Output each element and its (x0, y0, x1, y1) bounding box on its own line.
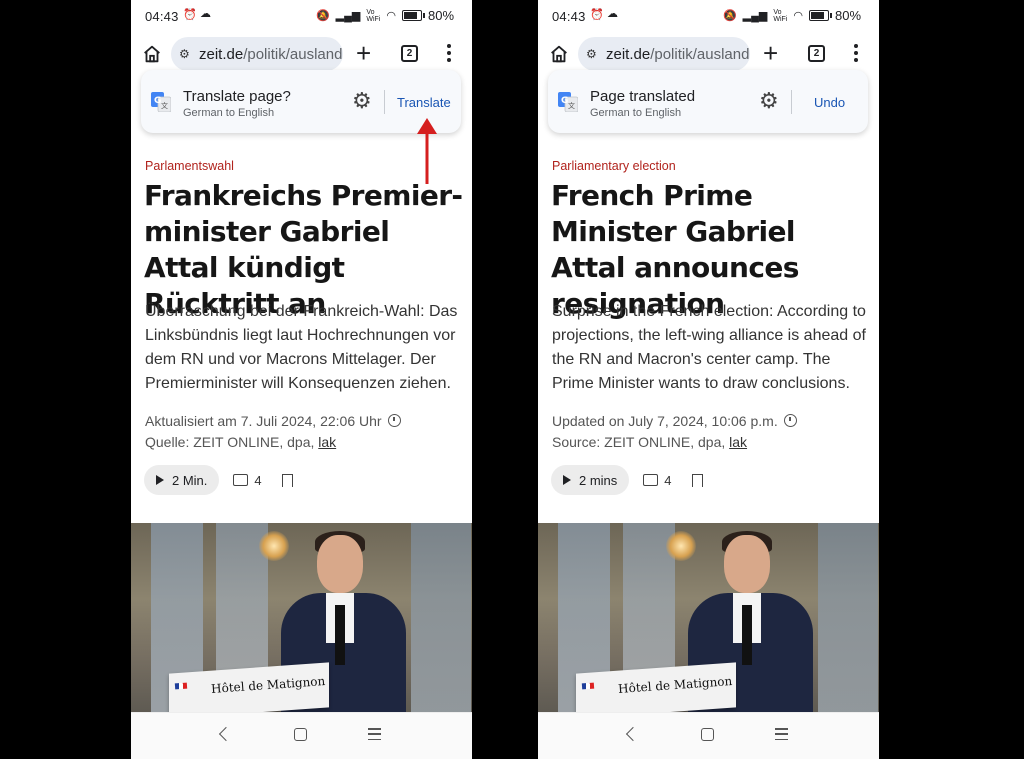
source-label: Source: ZEIT ONLINE, dpa, (552, 434, 730, 450)
article-meta: Aktualisiert am 7. Juli 2024, 22:06 Uhr … (145, 411, 463, 453)
browser-toolbar: ⚙ zeit.de/politik/ausland + 2 (131, 34, 472, 74)
nav-back-icon[interactable] (218, 726, 234, 742)
listen-duration: 2 Min. (172, 472, 208, 488)
home-icon[interactable] (141, 43, 163, 65)
comment-icon (643, 474, 659, 486)
translate-languages: German to English (590, 107, 682, 119)
article-kicker[interactable]: Parliamentary election (552, 159, 676, 173)
article-photo: Hôtel de Matignon (538, 523, 879, 713)
url-bar[interactable]: ⚙ zeit.de/politik/ausland (578, 37, 750, 71)
signal-icon: ▂▄▆ (335, 10, 361, 22)
bookmark-icon[interactable] (691, 473, 703, 491)
flag-icon (174, 682, 188, 690)
play-icon (156, 475, 164, 485)
new-tab-icon[interactable]: + (356, 40, 371, 66)
nav-home-icon[interactable] (701, 728, 714, 741)
new-tab-icon[interactable]: + (763, 40, 778, 66)
divider (791, 90, 792, 114)
status-bar: 04:43 ⏰ ☁ 🔕 ▂▄▆ Vo WiFi ◠ 80% (131, 0, 472, 32)
article-summary: Überraschung bei der Frankreich-Wahl: Da… (145, 303, 458, 392)
battery-icon (808, 10, 832, 21)
url-text: zeit.de/politik/ausland (606, 45, 750, 63)
author-link[interactable]: lak (318, 434, 336, 450)
red-arrow-annotation (417, 118, 437, 184)
article-meta: Updated on July 7, 2024, 10:06 p.m. Sour… (552, 411, 870, 453)
browser-toolbar: ⚙ zeit.de/politik/ausland + 2 (538, 34, 879, 74)
undo-button[interactable]: Undo (814, 95, 845, 110)
comment-icon (233, 474, 249, 486)
translate-prompt: G 文 Page translated German to English ⚙ … (548, 70, 868, 133)
comment-count: 4 (664, 472, 672, 488)
bookmark-icon[interactable] (281, 473, 293, 491)
wifi-icon: ◠ (793, 10, 803, 22)
url-text: zeit.de/politik/ausland (199, 45, 343, 63)
tab-switcher-icon[interactable]: 2 (808, 45, 825, 62)
listen-button[interactable]: 2 mins (551, 465, 630, 495)
comments-button[interactable]: 4 (233, 472, 262, 488)
translate-languages: German to English (183, 107, 275, 119)
status-bar: 04:43 ⏰ ☁ 🔕 ▂▄▆ Vo WiFi ◠ 80% (538, 0, 879, 32)
status-icons: 🔕 ▂▄▆ Vo WiFi ◠ 80% (316, 8, 454, 23)
nav-home-icon[interactable] (294, 728, 307, 741)
gear-icon[interactable]: ⚙ (759, 90, 779, 112)
status-icons: 🔕 ▂▄▆ Vo WiFi ◠ 80% (723, 8, 861, 23)
signal-icon: ▂▄▆ (742, 10, 768, 22)
translate-title: Translate page? (183, 88, 291, 105)
battery-icon (401, 10, 425, 21)
cloud-icon: ☁ (200, 8, 211, 20)
comment-count: 4 (254, 472, 262, 488)
google-translate-icon: G 文 (151, 92, 171, 112)
article-kicker[interactable]: Parlamentswahl (145, 159, 234, 173)
tab-switcher-icon[interactable]: 2 (401, 45, 418, 62)
site-settings-icon[interactable]: ⚙ (586, 47, 602, 61)
phone-screen-before: 04:43 ⏰ ☁ 🔕 ▂▄▆ Vo WiFi ◠ 80% ⚙ zeit.de/p… (131, 0, 472, 759)
divider (384, 90, 385, 114)
author-link[interactable]: lak (729, 434, 747, 450)
nav-recents-icon[interactable] (368, 728, 381, 744)
mute-icon: 🔕 (315, 10, 330, 22)
wifi-icon: ◠ (386, 10, 396, 22)
translate-button[interactable]: Translate (397, 95, 451, 110)
play-icon (563, 475, 571, 485)
article-photo: Hôtel de Matignon (131, 523, 472, 713)
alarm-icon: ⏰ (590, 9, 604, 21)
phone-screen-after: 04:43 ⏰ ☁ 🔕 ▂▄▆ Vo WiFi ◠ 80% ⚙ zeit.de/p… (538, 0, 879, 759)
listen-duration: 2 mins (579, 472, 618, 488)
vowifi-icon: Vo WiFi (773, 8, 788, 23)
mute-icon: 🔕 (722, 10, 737, 22)
vowifi-icon: Vo WiFi (366, 8, 381, 23)
translate-title: Page translated (590, 88, 696, 105)
article-actions: 2 mins 4 (551, 465, 703, 495)
article-actions: 2 Min. 4 (144, 465, 293, 495)
alarm-icon: ⏰ (183, 9, 197, 21)
clock-icon[interactable] (783, 414, 797, 427)
listen-button[interactable]: 2 Min. (144, 465, 220, 495)
url-bar[interactable]: ⚙ zeit.de/politik/ausland (171, 37, 343, 71)
google-translate-icon: G 文 (558, 92, 578, 112)
overflow-menu-icon[interactable] (854, 44, 858, 65)
article-summary: Surprise in the French election: Accordi… (552, 303, 866, 392)
nav-recents-icon[interactable] (775, 728, 788, 744)
svg-text:文: 文 (161, 101, 168, 110)
flag-icon (581, 682, 595, 690)
status-time: 04:43 (552, 9, 586, 24)
cloud-icon: ☁ (607, 8, 618, 20)
overflow-menu-icon[interactable] (447, 44, 451, 65)
site-settings-icon[interactable]: ⚙ (179, 47, 195, 61)
updated-date: Updated on July 7, 2024, 10:06 p.m. (552, 413, 778, 429)
battery-level: 80% (834, 8, 861, 23)
gear-icon[interactable]: ⚙ (352, 90, 372, 112)
battery-level: 80% (427, 8, 454, 23)
comments-button[interactable]: 4 (643, 472, 672, 488)
svg-text:文: 文 (568, 101, 575, 110)
nav-back-icon[interactable] (625, 726, 641, 742)
home-icon[interactable] (548, 43, 570, 65)
source-label: Quelle: ZEIT ONLINE, dpa, (145, 434, 319, 450)
status-time: 04:43 (145, 9, 179, 24)
updated-date: Aktualisiert am 7. Juli 2024, 22:06 Uhr (145, 413, 382, 429)
system-nav-bar (131, 712, 472, 759)
clock-icon[interactable] (387, 414, 401, 427)
system-nav-bar (538, 712, 879, 759)
